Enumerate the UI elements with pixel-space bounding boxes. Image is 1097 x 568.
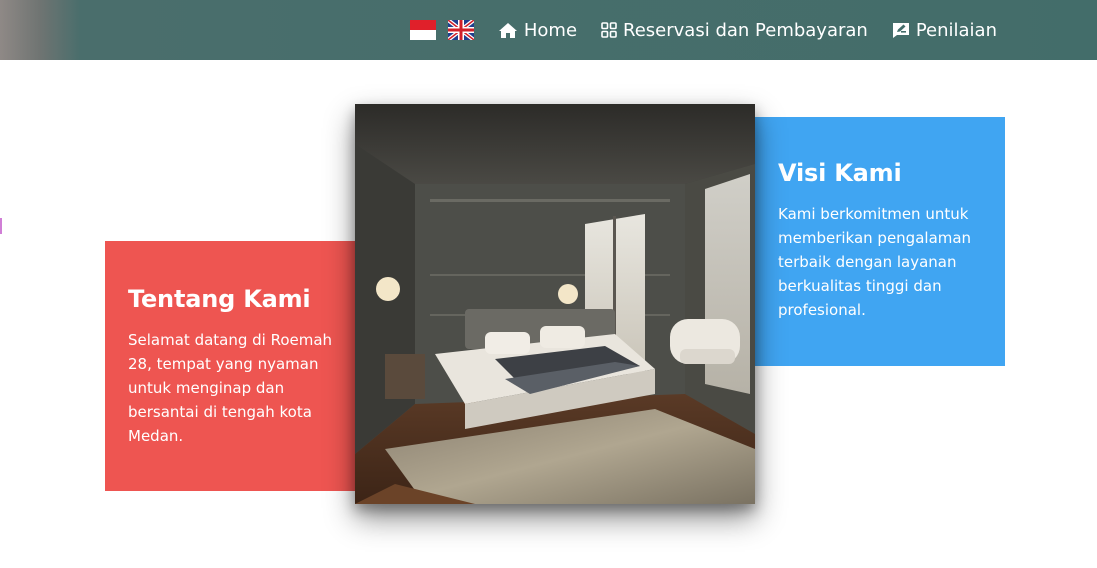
about-card: Tentang Kami Selamat datang di Roemah 28… xyxy=(105,241,375,491)
nav-link-reservation[interactable]: Reservasi dan Pembayaran xyxy=(601,20,868,41)
vision-card: Visi Kami Kami berkomitmen untuk memberi… xyxy=(736,117,1005,366)
nav-link-label: Penilaian xyxy=(915,19,997,41)
uk-flag-icon[interactable] xyxy=(446,18,476,42)
review-icon xyxy=(892,22,910,39)
vision-title: Visi Kami xyxy=(778,159,902,187)
home-icon xyxy=(498,22,518,39)
nav-link-home[interactable]: Home xyxy=(498,20,577,41)
top-navbar: Home Reservasi dan Pembayaran Penilaian xyxy=(0,0,1097,60)
nav-link-label: Reservasi dan Pembayaran xyxy=(623,19,868,41)
nav-menu: Home Reservasi dan Pembayaran Penilaian xyxy=(409,0,997,60)
indonesia-flag-icon[interactable] xyxy=(409,20,436,40)
about-text: Selamat datang di Roemah 28, tempat yang… xyxy=(128,331,333,445)
bedroom-image xyxy=(355,104,755,504)
nav-link-review[interactable]: Penilaian xyxy=(892,20,997,41)
grid-icon xyxy=(601,22,617,38)
about-title: Tentang Kami xyxy=(128,285,311,313)
vision-text: Kami berkomitmen untuk memberikan pengal… xyxy=(778,205,972,319)
nav-link-label: Home xyxy=(523,19,578,41)
edge-decoration xyxy=(0,218,2,234)
